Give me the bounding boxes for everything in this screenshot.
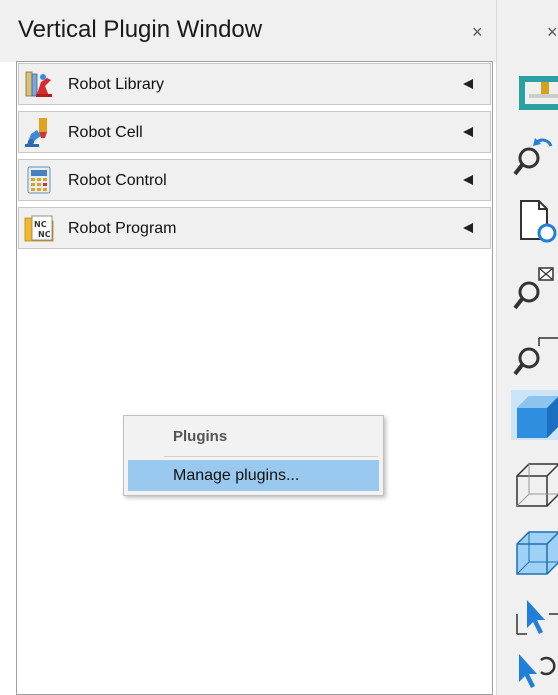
robot-program-icon: NC NC xyxy=(24,215,54,242)
plugin-item-label: Robot Control xyxy=(68,172,167,189)
plugin-item-robot-program[interactable]: NC NC Robot Program xyxy=(18,207,491,249)
collapse-arrow-icon[interactable] xyxy=(461,174,475,186)
plugins-context-menu: Plugins Manage plugins... xyxy=(123,415,384,496)
robot-control-icon xyxy=(27,166,51,194)
vertical-plugin-panel: Vertical Plugin Window × Robot Library R… xyxy=(0,0,497,695)
zoom-window-icon[interactable] xyxy=(511,328,558,378)
plugin-item-label: Robot Cell xyxy=(68,124,143,141)
plugin-list: Robot Library Robot Cell Robot Control N… xyxy=(16,61,493,695)
manage-plugins-menu-item[interactable]: Manage plugins... xyxy=(128,460,379,491)
refresh-view-icon[interactable] xyxy=(511,130,558,180)
robot-library-icon xyxy=(25,71,52,97)
collapse-arrow-icon[interactable] xyxy=(461,222,475,234)
panel-header: Vertical Plugin Window × xyxy=(0,0,496,62)
select-rotate-icon[interactable] xyxy=(511,648,558,695)
plugin-item-robot-control[interactable]: Robot Control xyxy=(18,159,491,201)
menu-item-label: Manage plugins... xyxy=(173,467,300,484)
robot-cell-icon xyxy=(25,118,47,147)
panel-title: Vertical Plugin Window xyxy=(18,16,263,43)
station-icon[interactable] xyxy=(511,68,558,118)
menu-separator xyxy=(164,456,378,457)
view-toolbar-panel: × xyxy=(497,0,558,695)
svg-text:NC: NC xyxy=(38,230,51,239)
transparent-view-icon[interactable] xyxy=(511,526,558,576)
plugin-item-label: Robot Library xyxy=(68,76,165,93)
svg-text:NC: NC xyxy=(34,220,47,229)
plugin-item-label: Robot Program xyxy=(68,220,177,237)
toolbar-close-button[interactable]: × xyxy=(547,22,558,42)
shaded-view-icon[interactable] xyxy=(511,390,558,440)
reload-document-icon[interactable] xyxy=(511,195,558,245)
application-window: Vertical Plugin Window × Robot Library R… xyxy=(0,0,558,695)
collapse-arrow-icon[interactable] xyxy=(461,126,475,138)
collapse-arrow-icon[interactable] xyxy=(461,78,475,90)
wireframe-view-icon[interactable] xyxy=(511,458,558,508)
plugin-item-robot-cell[interactable]: Robot Cell xyxy=(18,111,491,153)
panel-close-button[interactable]: × xyxy=(472,22,483,42)
zoom-fit-icon[interactable] xyxy=(511,262,558,312)
menu-header: Plugins xyxy=(173,428,228,445)
plugin-item-robot-library[interactable]: Robot Library xyxy=(18,63,491,105)
select-icon[interactable] xyxy=(511,594,558,644)
